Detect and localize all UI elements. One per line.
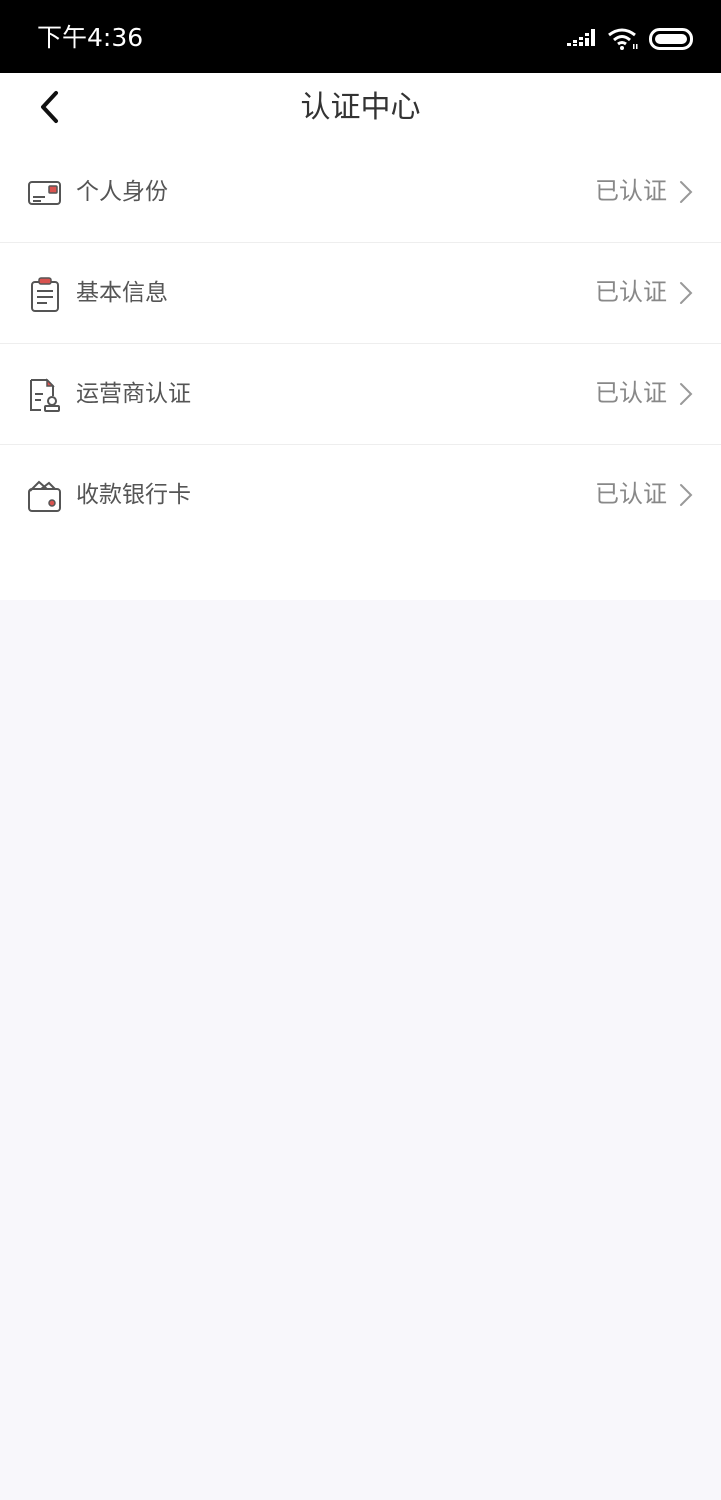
battery-icon — [649, 28, 695, 50]
item-label: 收款银行卡 — [76, 482, 191, 508]
status-badge: 已认证 — [595, 480, 667, 508]
verification-list: 个人身份 已认证 基本信息 已认证 运营商认证 已认证 收款银行卡 已认证 — [0, 142, 721, 600]
list-item-operator-verification[interactable]: 运营商认证 已认证 — [0, 344, 721, 445]
clipboard-icon — [31, 277, 59, 312]
wifi-icon — [607, 27, 639, 51]
list-item-basic-info[interactable]: 基本信息 已认证 — [0, 243, 721, 344]
list-item-personal-identity[interactable]: 个人身份 已认证 — [0, 142, 721, 243]
chevron-right-icon — [680, 383, 693, 405]
status-bar: 下午4:36 — [0, 0, 721, 73]
status-icons — [567, 25, 695, 53]
wallet-icon — [28, 480, 61, 512]
item-label: 运营商认证 — [76, 381, 191, 407]
status-badge: 已认证 — [595, 278, 667, 306]
operator-doc-icon — [30, 378, 60, 412]
page-title: 认证中心 — [300, 90, 421, 125]
signal-icon — [567, 29, 595, 49]
item-label: 基本信息 — [76, 280, 168, 306]
id-card-icon — [28, 181, 61, 205]
chevron-right-icon — [680, 282, 693, 304]
list-item-bank-card[interactable]: 收款银行卡 已认证 — [0, 445, 721, 546]
item-label: 个人身份 — [76, 179, 168, 205]
status-badge: 已认证 — [595, 379, 667, 407]
chevron-right-icon — [680, 484, 693, 506]
status-badge: 已认证 — [595, 177, 667, 205]
status-time: 下午4:36 — [37, 23, 144, 52]
chevron-right-icon — [680, 181, 693, 203]
nav-bar: 认证中心 — [0, 73, 721, 142]
